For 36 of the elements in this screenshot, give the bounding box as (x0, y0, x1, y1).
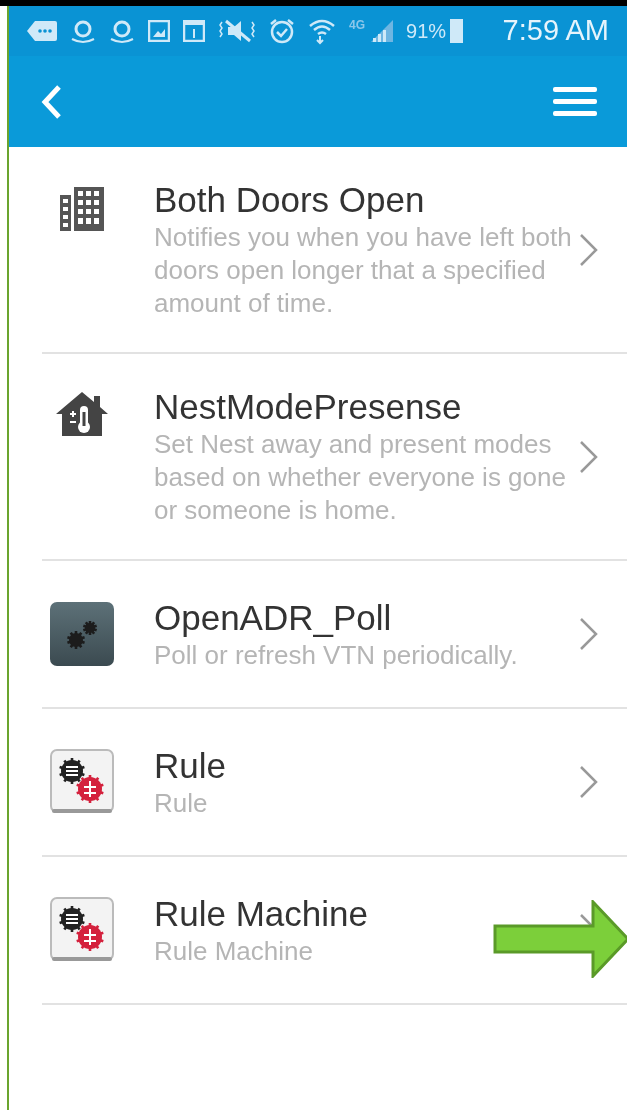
item-description: Rule (154, 786, 209, 820)
rule-gears-icon (50, 749, 114, 815)
chevron-icon (579, 617, 599, 651)
rule-gears-icon (50, 897, 114, 963)
item-title: Rule Machine (154, 892, 369, 935)
message-icon (27, 20, 57, 42)
list-item[interactable]: OpenADR_Poll Poll or refresh VTN periodically. (42, 561, 627, 709)
battery-icon (450, 19, 464, 43)
wifi-icon (308, 17, 336, 45)
chevron-icon (579, 232, 599, 267)
item-description: Set Nest away and present modes based on whether everyone is gone or someone is home. (154, 428, 567, 527)
list-item[interactable]: Rule Machine Rule Machine (42, 857, 627, 1005)
calendar-icon (183, 20, 205, 42)
item-title: Both Doors Open (154, 179, 426, 221)
list-item[interactable]: NestModePresense Set Nest away and present modes based on whether everyone is gone or someone is home. (42, 354, 627, 561)
clock: 7:59 AM (502, 13, 609, 49)
building-icon (58, 185, 106, 233)
item-description: Notifies you when you have left both doors open longer that a specified amount of time. (154, 221, 573, 320)
item-title: Rule (154, 744, 227, 787)
chevron-icon (579, 439, 599, 474)
item-description: Poll or refresh VTN periodically. (154, 638, 519, 672)
image-icon (148, 20, 170, 42)
battery-percentage: 91% (406, 19, 447, 44)
menu-icon[interactable] (553, 85, 597, 118)
gears-icon (50, 602, 114, 666)
alarm-icon (269, 18, 295, 44)
mute-icon (218, 19, 256, 43)
item-description: Rule Machine (154, 934, 314, 968)
item-title: NestModePresense (154, 386, 463, 428)
list-item[interactable]: Both Doors Open Notifies you when you have left both doors open longer that a specified amount of time. (42, 179, 627, 354)
item-title: OpenADR_Poll (154, 596, 393, 639)
signal-icon (371, 20, 393, 42)
network-label: 4G (349, 17, 365, 34)
chevron-icon (579, 765, 599, 799)
list-item[interactable]: Rule Rule (42, 709, 627, 857)
house-thermometer-icon (56, 392, 108, 436)
